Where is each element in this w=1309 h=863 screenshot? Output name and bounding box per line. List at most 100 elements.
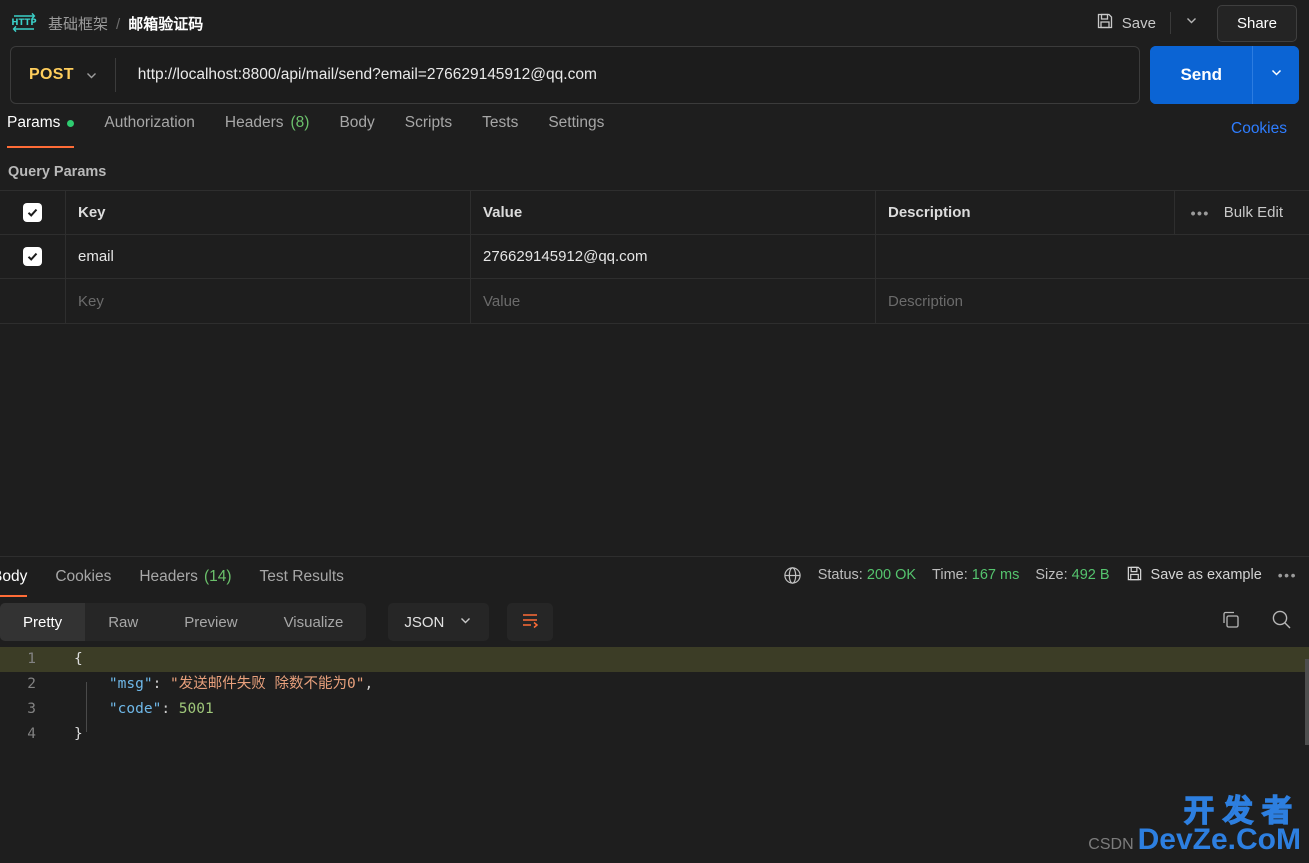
tab-body[interactable]: Body bbox=[324, 108, 389, 148]
save-options-button[interactable] bbox=[1175, 8, 1209, 38]
copy-button[interactable] bbox=[1220, 609, 1242, 636]
empty-row-select-cell[interactable] bbox=[0, 279, 66, 323]
response-tab-test-results[interactable]: Test Results bbox=[246, 557, 358, 597]
view-mode-visualize[interactable]: Visualize bbox=[261, 603, 367, 641]
select-all-cell[interactable] bbox=[0, 191, 66, 234]
response-format-label: JSON bbox=[404, 613, 445, 631]
row-value-input[interactable]: 276629145912@qq.com bbox=[471, 235, 876, 278]
status-label: Status: bbox=[817, 567, 863, 583]
url-input-container: POST http://localhost:8800/api/mail/send… bbox=[10, 46, 1141, 104]
response-tab-cookies[interactable]: Cookies bbox=[41, 557, 125, 597]
select-all-checkbox[interactable] bbox=[23, 203, 42, 222]
code-line: 3 "code": 5001 bbox=[0, 697, 1309, 722]
breadcrumb-request-name[interactable]: 邮箱验证码 bbox=[128, 13, 203, 34]
tab-headers[interactable]: Headers (8) bbox=[210, 108, 325, 148]
tab-scripts-label: Scripts bbox=[404, 114, 453, 131]
size-value: 492 B bbox=[1071, 567, 1110, 583]
send-button[interactable]: Send bbox=[1150, 46, 1252, 104]
response-viewer-actions bbox=[1220, 608, 1299, 636]
row-description-input[interactable] bbox=[876, 235, 1309, 278]
method-label: POST bbox=[29, 66, 74, 83]
time-badge[interactable]: Time: 167 ms bbox=[932, 567, 1019, 583]
method-selector[interactable]: POST bbox=[11, 47, 115, 103]
breadcrumb[interactable]: 基础框架 / 邮箱验证码 bbox=[48, 13, 203, 34]
code-token: { bbox=[74, 651, 83, 667]
line-number: 4 bbox=[27, 726, 36, 742]
table-row-empty[interactable]: Key Value Description bbox=[0, 279, 1309, 323]
response-format-selector[interactable]: JSON bbox=[388, 603, 490, 641]
line-number: 1 bbox=[27, 651, 36, 667]
empty-row-key-input[interactable]: Key bbox=[66, 279, 471, 323]
chevron-down-icon bbox=[458, 613, 473, 632]
response-tab-headers-label: Headers bbox=[139, 568, 198, 585]
row-select-cell[interactable] bbox=[0, 235, 66, 278]
code-line-text: { bbox=[52, 647, 1309, 672]
code-line-text: "msg": "发送邮件失败 除数不能为0", bbox=[52, 672, 1309, 697]
tab-settings-label: Settings bbox=[548, 114, 605, 131]
save-button[interactable]: Save bbox=[1086, 6, 1166, 40]
size-badge[interactable]: Size: 492 B bbox=[1035, 567, 1109, 583]
save-label: Save bbox=[1121, 14, 1156, 32]
response-tab-bar: Body Cookies Headers (14) Test Results S… bbox=[0, 557, 1309, 597]
url-input[interactable]: http://localhost:8800/api/mail/send?emai… bbox=[116, 66, 1140, 84]
share-button[interactable]: Share bbox=[1216, 4, 1297, 42]
view-mode-preview[interactable]: Preview bbox=[161, 603, 260, 641]
query-params-table: Key Value Description ••• Bulk Edit emai… bbox=[0, 190, 1309, 324]
code-line: 1 { bbox=[0, 647, 1309, 672]
size-label: Size: bbox=[1035, 567, 1068, 583]
vertical-scrollbar[interactable] bbox=[1305, 659, 1309, 745]
tab-settings[interactable]: Settings bbox=[533, 108, 619, 148]
code-token: "msg" bbox=[108, 676, 153, 692]
empty-row-description-input[interactable]: Description bbox=[876, 279, 1309, 323]
time-value: 167 ms bbox=[971, 567, 1020, 583]
code-token: "code" bbox=[108, 701, 162, 717]
code-token: 5001 bbox=[178, 701, 214, 717]
code-token: : bbox=[152, 676, 171, 692]
ellipsis-icon[interactable]: ••• bbox=[1278, 567, 1297, 583]
globe-icon[interactable] bbox=[783, 566, 802, 585]
response-body-code[interactable]: 1 { 2 "msg": "发送邮件失败 除数不能为0", 3 "code": … bbox=[0, 647, 1309, 747]
ellipsis-icon[interactable]: ••• bbox=[1191, 205, 1210, 221]
request-tabs-list: Params Authorization Headers (8) Body Sc… bbox=[0, 108, 619, 148]
row-checkbox[interactable] bbox=[23, 247, 42, 266]
bulk-edit-button[interactable]: Bulk Edit bbox=[1224, 204, 1283, 221]
status-badge[interactable]: Status: 200 OK bbox=[818, 567, 916, 583]
breadcrumb-collection[interactable]: 基础框架 bbox=[48, 13, 108, 34]
view-mode-pretty[interactable]: Pretty bbox=[0, 603, 86, 641]
response-viewer-toolbar: Pretty Raw Preview Visualize JSON bbox=[0, 597, 1309, 647]
table-row[interactable]: email 276629145912@qq.com bbox=[0, 235, 1309, 279]
status-value: 200 OK bbox=[866, 567, 917, 583]
row-key-input[interactable]: email bbox=[66, 235, 471, 278]
search-icon bbox=[1270, 610, 1293, 635]
wrap-lines-button[interactable] bbox=[507, 603, 554, 641]
query-params-title: Query Params bbox=[8, 164, 107, 180]
cookies-link[interactable]: Cookies bbox=[1231, 120, 1299, 148]
column-header-description: Description ••• Bulk Edit bbox=[876, 191, 1309, 234]
indent-guide bbox=[86, 682, 87, 732]
tab-authorization[interactable]: Authorization bbox=[89, 108, 209, 148]
code-token: , bbox=[364, 676, 374, 692]
code-token: } bbox=[74, 726, 83, 742]
tab-tests[interactable]: Tests bbox=[467, 108, 533, 148]
code-token: "发送邮件失败 除数不能为0" bbox=[170, 676, 365, 692]
view-mode-raw[interactable]: Raw bbox=[85, 603, 161, 641]
save-as-example-button[interactable]: Save as example bbox=[1126, 565, 1262, 586]
send-options-button[interactable] bbox=[1253, 46, 1299, 104]
empty-row-value-input[interactable]: Value bbox=[471, 279, 876, 323]
response-tab-test-results-label: Test Results bbox=[259, 568, 344, 585]
column-header-description-label: Description bbox=[888, 204, 971, 221]
response-tab-headers[interactable]: Headers (14) bbox=[125, 557, 245, 597]
floppy-disk-icon bbox=[1096, 12, 1114, 34]
table-actions: ••• Bulk Edit bbox=[1173, 191, 1297, 234]
tab-headers-count: (8) bbox=[290, 114, 310, 131]
http-icon: HTTP bbox=[10, 10, 38, 36]
send-button-group: Send bbox=[1150, 46, 1299, 104]
code-line: 4 } bbox=[0, 722, 1309, 747]
response-tab-body[interactable]: Body bbox=[0, 557, 41, 597]
tab-scripts[interactable]: Scripts bbox=[390, 108, 467, 148]
search-button[interactable] bbox=[1270, 608, 1293, 636]
tab-body-label: Body bbox=[339, 114, 375, 131]
app-header: HTTP 基础框架 / 邮箱验证码 Save Share bbox=[0, 0, 1309, 46]
tab-params[interactable]: Params bbox=[0, 108, 89, 148]
